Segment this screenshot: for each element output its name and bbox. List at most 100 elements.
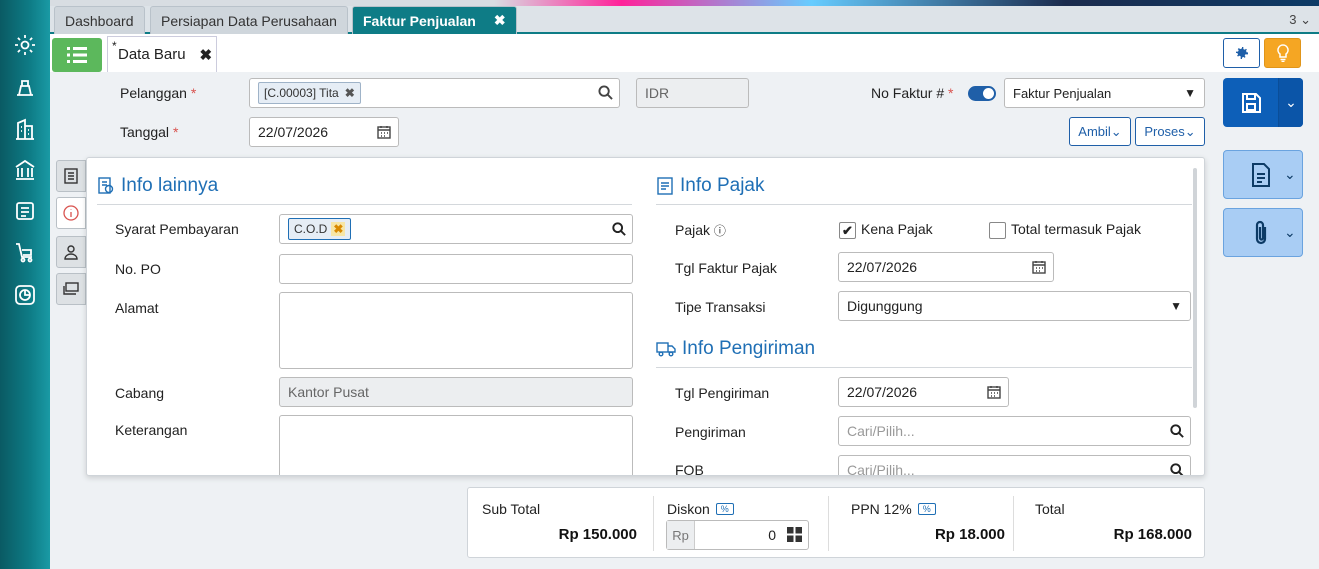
search-icon[interactable] [1170, 463, 1184, 475]
bank-icon[interactable] [10, 155, 40, 185]
ppn-value: Rp 18.000 [934, 526, 1005, 543]
tab-items[interactable] [56, 160, 86, 192]
total-termasuk-label: Total termasuk Pajak [1011, 221, 1141, 237]
tipe-transaksi-select[interactable]: Digunggung ▼ [838, 291, 1191, 321]
ppn-section: PPN 12%% Rp 18.000 [828, 488, 1013, 559]
factory-icon[interactable] [10, 196, 40, 226]
currency-field: IDR [636, 78, 749, 108]
tab-persiapan-data[interactable]: Persiapan Data Perusahaan [150, 6, 348, 34]
modified-marker: * [112, 39, 117, 53]
tanggal-label: Tanggal * [120, 124, 179, 140]
divider [656, 367, 1192, 368]
building-icon[interactable] [10, 115, 40, 145]
pelanggan-field[interactable]: [C.00003] Tita ✖ [249, 78, 620, 108]
tab-count-dropdown[interactable]: 3 ⌄ [1289, 12, 1311, 28]
info-panel: Info lainnya Syarat Pembayaran C.O.D ✖ No… [86, 157, 1205, 476]
settings-button[interactable] [1223, 38, 1260, 68]
syarat-label: Syarat Pembayaran [115, 221, 239, 237]
alamat-textarea[interactable] [279, 292, 633, 369]
calendar-icon[interactable] [377, 125, 391, 139]
cabang-field: Kantor Pusat [279, 377, 633, 407]
total-label: Total [1035, 501, 1065, 517]
gear-icon[interactable] [10, 30, 40, 60]
chevron-down-icon: ▼ [1170, 299, 1182, 313]
total-termasuk-checkbox[interactable] [989, 222, 1006, 239]
document-icon [64, 168, 78, 184]
kena-pajak-checkbox[interactable]: ✔ [839, 222, 856, 239]
chart-icon[interactable] [10, 280, 40, 310]
total-section: Total Rp 168.000 [1013, 488, 1206, 559]
tab-faktur-penjualan[interactable]: Faktur Penjualan ✖ [352, 6, 517, 34]
tgl-faktur-pajak-label: Tgl Faktur Pajak [675, 260, 777, 276]
calendar-icon[interactable] [987, 385, 1001, 399]
list-menu-button[interactable] [52, 38, 102, 72]
diskon-percent-toggle[interactable]: % [715, 503, 734, 515]
cart-icon[interactable] [10, 72, 40, 102]
list-icon [67, 47, 87, 63]
diskon-input[interactable]: Rp 0 [666, 520, 809, 550]
save-button[interactable]: ⌄ [1223, 78, 1303, 127]
info-pajak-heading: Info Pajak [656, 175, 765, 197]
calculator-icon[interactable] [787, 527, 802, 542]
keterangan-textarea[interactable] [279, 415, 633, 475]
fob-field[interactable]: Cari/Pilih... [838, 455, 1191, 475]
tanggal-field[interactable]: 22/07/2026 [249, 117, 399, 147]
diskon-value: 0 [768, 527, 776, 543]
ppn-label: PPN 12%% [851, 501, 936, 517]
ambil-button[interactable]: Ambil ⌄ [1069, 117, 1131, 146]
tab-info[interactable] [56, 197, 86, 229]
subtotal-value: Rp 150.000 [558, 526, 637, 543]
close-icon[interactable]: ✖ [494, 12, 506, 29]
document-button[interactable]: ⌄ [1223, 150, 1303, 199]
trolley-icon[interactable] [10, 238, 40, 268]
no-po-field[interactable] [279, 254, 633, 284]
tab-label: Faktur Penjualan [363, 12, 476, 29]
totals-bar: Sub Total Rp 150.000 Diskon% Rp 0 PPN 12… [467, 487, 1205, 558]
paperclip-icon [1252, 220, 1270, 246]
person-icon [64, 245, 78, 260]
pelanggan-tag: [C.00003] Tita ✖ [258, 82, 361, 104]
scrollbar[interactable] [1193, 168, 1197, 408]
tgl-faktur-pajak-field[interactable]: 22/07/2026 [838, 252, 1054, 282]
info-icon: ⓘ [713, 224, 726, 238]
divider [656, 204, 1192, 205]
lightbulb-button[interactable] [1264, 38, 1301, 68]
tgl-pengiriman-field[interactable]: 22/07/2026 [838, 377, 1009, 407]
tab-label: Persiapan Data Perusahaan [161, 12, 337, 29]
syarat-field[interactable]: C.O.D ✖ [279, 214, 633, 244]
auto-number-toggle[interactable] [968, 86, 996, 101]
tab-payment[interactable] [56, 273, 86, 305]
attachment-button[interactable]: ⌄ [1223, 208, 1303, 257]
calendar-icon[interactable] [1032, 260, 1046, 274]
proses-button[interactable]: Proses ⌄ [1135, 117, 1205, 146]
close-icon[interactable]: ✖ [331, 222, 346, 236]
document-tab[interactable]: * Data Baru ✖ [107, 36, 217, 72]
chevron-down-icon: ▼ [1184, 86, 1196, 100]
document-tab-label: Data Baru [118, 46, 186, 63]
search-icon[interactable] [612, 222, 626, 236]
divider [97, 204, 632, 205]
chevron-down-icon[interactable]: ⌄ [1278, 78, 1303, 127]
subtotal-label: Sub Total [482, 501, 541, 517]
tgl-pengiriman-label: Tgl Pengiriman [675, 385, 770, 401]
no-po-label: No. PO [115, 261, 161, 277]
diskon-label: Diskon% [667, 501, 734, 517]
search-icon[interactable] [598, 85, 613, 100]
close-icon[interactable]: ✖ [345, 86, 355, 100]
keterangan-label: Keterangan [115, 422, 188, 438]
pengiriman-field[interactable]: Cari/Pilih... [838, 416, 1191, 446]
tax-icon [657, 177, 673, 195]
faktur-type-select[interactable]: Faktur Penjualan ▼ [1004, 78, 1205, 108]
ppn-percent-toggle[interactable]: % [917, 503, 936, 515]
money-icon [63, 282, 79, 295]
tab-person[interactable] [56, 236, 86, 268]
close-icon[interactable]: ✖ [200, 46, 213, 64]
tab-bar: Dashboard Persiapan Data Perusahaan Fakt… [50, 6, 1319, 34]
tab-dashboard[interactable]: Dashboard [54, 6, 145, 34]
document-icon [98, 177, 114, 194]
pajak-label: Pajak ⓘ [675, 222, 726, 238]
info-lainnya-heading: Info lainnya [97, 175, 218, 197]
truck-icon [656, 342, 676, 357]
search-icon[interactable] [1170, 424, 1184, 438]
diskon-section: Diskon% Rp 0 [653, 488, 828, 559]
